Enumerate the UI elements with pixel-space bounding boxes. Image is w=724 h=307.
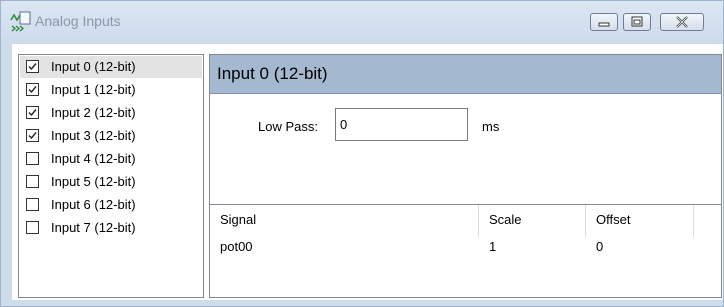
input-6-checkbox[interactable] [26, 198, 39, 211]
list-item-input-1[interactable]: Input 1 (12-bit) [20, 79, 202, 101]
checkmark-icon [28, 132, 37, 140]
detail-title: Input 0 (12-bit) [217, 64, 328, 83]
column-header-signal[interactable]: Signal [220, 212, 256, 228]
input-0-checkbox[interactable] [26, 60, 39, 73]
list-item-label: Input 5 (12-bit) [51, 174, 136, 189]
list-item-input-0[interactable]: Input 0 (12-bit) [20, 56, 202, 78]
list-item-input-4[interactable]: Input 4 (12-bit) [20, 148, 202, 170]
column-divider[interactable] [693, 205, 694, 237]
list-item-label: Input 6 (12-bit) [51, 197, 136, 212]
input-4-checkbox[interactable] [26, 152, 39, 165]
detail-header: Input 0 (12-bit) [210, 55, 721, 94]
low-pass-input[interactable] [335, 108, 468, 141]
list-item-label: Input 3 (12-bit) [51, 128, 136, 143]
input-list[interactable]: Input 0 (12-bit) Input 1 (12-bit) Input … [18, 54, 204, 298]
analog-waveform-icon [9, 11, 31, 33]
checkmark-icon [28, 109, 37, 117]
list-item-input-3[interactable]: Input 3 (12-bit) [20, 125, 202, 147]
list-item-label: Input 2 (12-bit) [51, 105, 136, 120]
column-divider[interactable] [478, 205, 479, 237]
input-1-checkbox[interactable] [26, 83, 39, 96]
close-button[interactable] [660, 13, 704, 31]
input-7-checkbox[interactable] [26, 221, 39, 234]
column-header-scale[interactable]: Scale [489, 212, 522, 228]
list-item-label: Input 1 (12-bit) [51, 82, 136, 97]
list-item-input-6[interactable]: Input 6 (12-bit) [20, 194, 202, 216]
maximize-icon [631, 16, 643, 27]
signal-table: Signal Scale Offset pot00 1 0 [210, 204, 721, 298]
input-detail-panel: Input 0 (12-bit) Low Pass: ms Signal Sca… [209, 54, 722, 298]
input-3-checkbox[interactable] [26, 129, 39, 142]
close-icon [676, 16, 688, 28]
list-item-input-2[interactable]: Input 2 (12-bit) [20, 102, 202, 124]
list-item-label: Input 4 (12-bit) [51, 151, 136, 166]
cell-offset: 0 [596, 239, 604, 254]
list-item-label: Input 7 (12-bit) [51, 220, 136, 235]
checkmark-icon [28, 86, 37, 94]
list-item-input-5[interactable]: Input 5 (12-bit) [20, 171, 202, 193]
title-bar[interactable]: Analog Inputs [1, 1, 723, 41]
maximize-button[interactable] [623, 13, 651, 31]
column-header-offset[interactable]: Offset [596, 212, 630, 228]
minimize-button[interactable] [590, 13, 618, 31]
input-2-checkbox[interactable] [26, 106, 39, 119]
cell-scale: 1 [489, 239, 497, 254]
low-pass-label: Low Pass: [258, 119, 318, 134]
minimize-icon [598, 22, 610, 27]
list-item-input-7[interactable]: Input 7 (12-bit) [20, 217, 202, 239]
column-divider[interactable] [585, 205, 586, 237]
input-5-checkbox[interactable] [26, 175, 39, 188]
table-row[interactable]: pot00 1 0 [210, 236, 721, 258]
list-item-label: Input 0 (12-bit) [51, 59, 136, 74]
window-title: Analog Inputs [35, 13, 121, 29]
cell-signal: pot00 [220, 239, 253, 254]
low-pass-unit: ms [482, 119, 500, 134]
checkmark-icon [28, 63, 37, 71]
